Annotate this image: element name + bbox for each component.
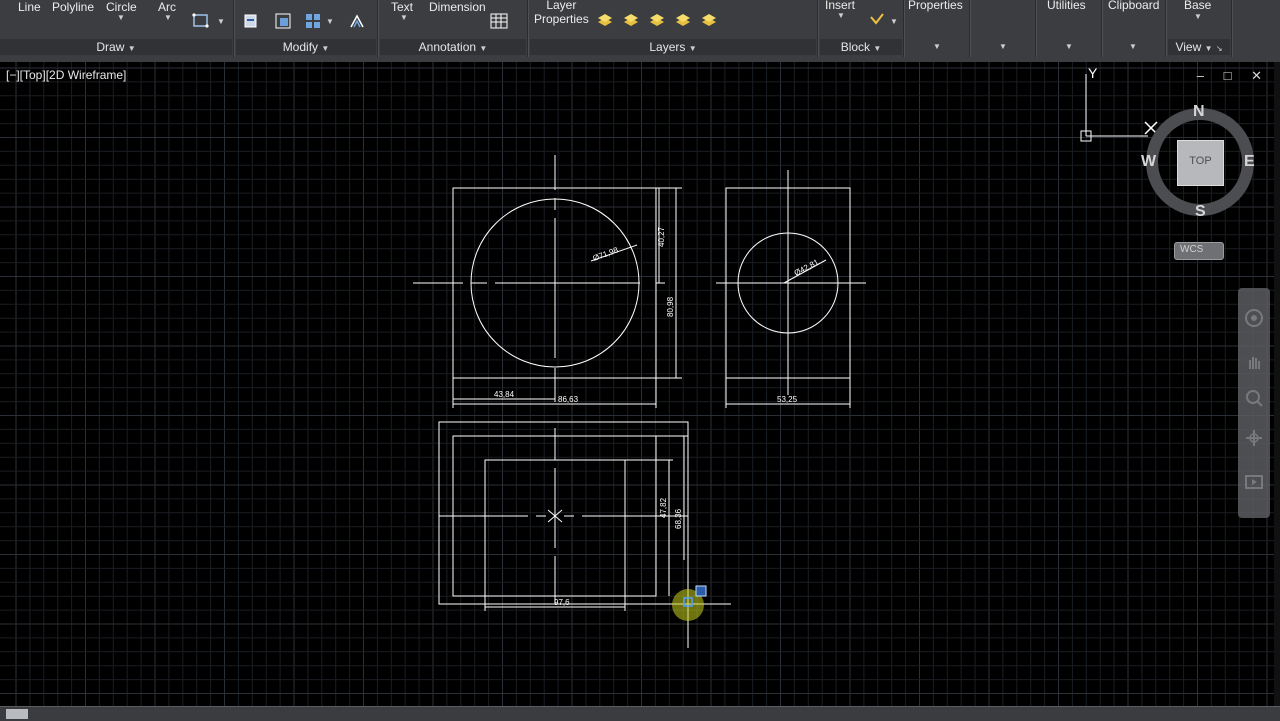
horizontal-scrollbar[interactable] <box>0 706 1280 721</box>
dim-front-w2: 86,63 <box>558 395 579 404</box>
block-editor-icon[interactable] <box>868 12 886 30</box>
modify-panel: ▼ Modify ▼ <box>236 0 376 57</box>
table-icon[interactable] <box>490 13 508 29</box>
rectangle-dropdown-icon[interactable]: ▼ <box>217 17 225 26</box>
dim-side-width: 53,25 <box>777 395 798 404</box>
block-panel: Insert ▼ ▼ Block ▼ <box>820 0 902 57</box>
layers-panel: Layer Properties Layers ▼ <box>530 0 816 57</box>
scrollbar-thumb[interactable] <box>6 709 28 719</box>
layer-match-icon[interactable] <box>596 12 614 30</box>
polyline-tool-button[interactable]: Polyline <box>52 0 94 14</box>
dim-front-w1: 43,84 <box>494 390 515 399</box>
line-tool-button[interactable]: Line <box>18 0 41 14</box>
view-panel-title[interactable]: View ▼ ↘ <box>1168 39 1230 55</box>
properties-dropdown-icon[interactable]: ▼ <box>933 42 941 51</box>
arc-tool-button[interactable]: Arc <box>158 0 176 14</box>
scale-icon[interactable] <box>274 12 292 30</box>
layer-freeze-icon[interactable] <box>674 12 692 30</box>
side-view <box>716 170 866 408</box>
groups-panel: ▼ <box>972 0 1034 57</box>
draw-panel-title[interactable]: Draw ▼ <box>0 39 232 55</box>
block-dropdown-icon[interactable]: ▼ <box>890 17 898 26</box>
circle-tool-button[interactable]: Circle <box>106 0 137 14</box>
cursor-pickbox-icon <box>695 585 707 597</box>
front-view <box>413 155 682 408</box>
utilities-panel: Utilities ▼ <box>1038 0 1100 57</box>
dim-plan-h2: 68,36 <box>674 508 683 529</box>
clipboard-panel: Clipboard ▼ <box>1104 0 1164 57</box>
layer-off-icon[interactable] <box>700 12 718 30</box>
properties-panel: Properties ▼ <box>906 0 968 57</box>
arc-dropdown-icon[interactable]: ▼ <box>164 13 172 22</box>
layer-isolate-icon[interactable] <box>648 12 666 30</box>
groups-dropdown-icon[interactable]: ▼ <box>999 42 1007 51</box>
modify-panel-title[interactable]: Modify ▼ <box>236 39 376 55</box>
cad-drawing: Ø71,98 40,27 80,98 43,84 86,63 Ø42,81 53… <box>413 155 866 648</box>
properties-button[interactable]: Properties <box>908 0 963 12</box>
layer-properties-button[interactable]: Layer Properties <box>534 0 589 26</box>
text-tool-button[interactable]: Text <box>391 0 413 14</box>
dim-side-diameter: Ø42,81 <box>793 257 821 278</box>
clipboard-button[interactable]: Clipboard <box>1108 0 1159 12</box>
clipboard-dropdown-icon[interactable]: ▼ <box>1129 42 1137 51</box>
base-view-button[interactable]: Base <box>1184 0 1211 12</box>
base-dropdown-icon[interactable]: ▼ <box>1194 12 1202 21</box>
dimension-tool-button[interactable]: Dimension <box>429 0 486 14</box>
dim-plan-width: 97,6 <box>554 598 570 607</box>
drawing-viewport[interactable]: [−][Top][2D Wireframe] – □ ✕ Y TOP N S W… <box>0 62 1280 706</box>
ribbon: Line Polyline Circle ▼ Arc ▼ ▼ Draw ▼ ▼ <box>0 0 1280 63</box>
block-panel-title[interactable]: Block ▼ <box>820 39 902 55</box>
offset-icon[interactable] <box>348 12 366 30</box>
array-icon[interactable] <box>304 12 322 30</box>
rectangle-icon[interactable] <box>192 13 210 29</box>
utilities-button[interactable]: Utilities <box>1047 0 1086 12</box>
text-dropdown-icon[interactable]: ▼ <box>400 13 408 22</box>
dim-front-diameter: Ø71,98 <box>592 245 620 263</box>
insert-dropdown-icon[interactable]: ▼ <box>837 11 845 20</box>
view-panel: Base ▼ View ▼ ↘ <box>1168 0 1230 57</box>
array-dropdown-icon[interactable]: ▼ <box>326 17 334 26</box>
layer-previous-icon[interactable] <box>622 12 640 30</box>
dim-front-h2: 80,98 <box>666 296 675 317</box>
utilities-dropdown-icon[interactable]: ▼ <box>1065 42 1073 51</box>
dim-front-h1: 40,27 <box>657 226 666 247</box>
annotation-panel-title[interactable]: Annotation ▼ <box>380 39 526 55</box>
stretch-icon[interactable] <box>242 12 260 30</box>
annotation-panel: Text ▼ Dimension Annotation ▼ <box>380 0 526 57</box>
layers-panel-title[interactable]: Layers ▼ <box>530 39 816 55</box>
circle-dropdown-icon[interactable]: ▼ <box>117 13 125 22</box>
draw-panel: Line Polyline Circle ▼ Arc ▼ ▼ Draw ▼ <box>0 0 232 57</box>
dim-plan-h1: 47,82 <box>659 497 668 518</box>
